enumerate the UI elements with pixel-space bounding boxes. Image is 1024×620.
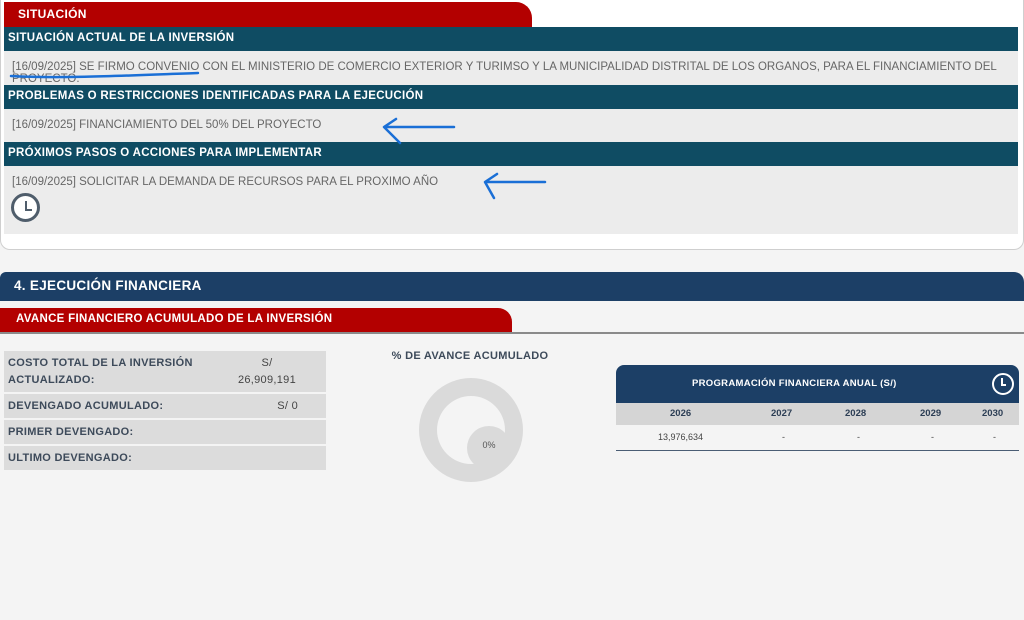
programacion-values-row: 13,976,634 - - - - — [616, 425, 1019, 451]
costo-total-value: 26,909,191 — [237, 374, 296, 386]
devengado-acumulado-label: DEVENGADO ACUMULADO: — [8, 400, 164, 412]
devengado-acumulado-value: S/ 0 — [277, 400, 298, 412]
ejecucion-financiera-header: 4. EJECUCIÓN FINANCIERA — [0, 272, 1024, 301]
annotation-marks — [9, 71, 547, 200]
ultimo-devengado-row: ULTIMO DEVENGADO: — [4, 446, 326, 470]
clock-icon[interactable] — [992, 373, 1014, 395]
year-value: - — [993, 432, 996, 442]
avance-financiero-tab[interactable]: AVANCE FINANCIERO ACUMULADO DE LA INVERS… — [0, 308, 512, 333]
primer-devengado-label: PRIMER DEVENGADO: — [8, 426, 134, 438]
year-value: - — [857, 432, 860, 442]
year-header: 2028 — [845, 408, 867, 419]
year-value: 13,976,634 — [658, 432, 704, 442]
avance-acumulado-title: % DE AVANCE ACUMULADO — [391, 350, 549, 362]
year-value: - — [931, 432, 934, 442]
arrow-annotation-pasos — [483, 172, 547, 200]
divider — [0, 332, 1024, 334]
primer-devengado-row: PRIMER DEVENGADO: — [4, 420, 326, 444]
devengado-acumulado-row: DEVENGADO ACUMULADO: S/ 0 — [4, 394, 326, 418]
arrow-annotation-problemas — [382, 117, 456, 145]
avance-percentage: 0% — [482, 440, 496, 450]
programacion-year-header-row: 2026 2027 2028 2029 2030 — [616, 403, 1019, 425]
programacion-financiera-title: PROGRAMACIÓN FINANCIERA ANUAL (S/) — [692, 378, 897, 389]
year-value: - — [782, 432, 785, 442]
year-header: 2027 — [771, 408, 793, 419]
year-header: 2026 — [670, 408, 692, 419]
costo-total-currency: S/ — [261, 357, 273, 369]
costo-total-row: COSTO TOTAL DE LA INVERSIÓN ACTUALIZADO:… — [4, 351, 326, 392]
avance-donut-chart: 0% — [419, 378, 523, 482]
year-header: 2029 — [920, 408, 942, 419]
year-header: 2030 — [982, 408, 1004, 419]
ultimo-devengado-label: ULTIMO DEVENGADO: — [8, 452, 133, 464]
underline-annotation — [9, 71, 200, 79]
costo-total-label-2: ACTUALIZADO: — [8, 374, 95, 386]
programacion-financiera-header: PROGRAMACIÓN FINANCIERA ANUAL (S/) — [616, 365, 1019, 403]
costo-total-label: COSTO TOTAL DE LA INVERSIÓN — [8, 357, 193, 369]
